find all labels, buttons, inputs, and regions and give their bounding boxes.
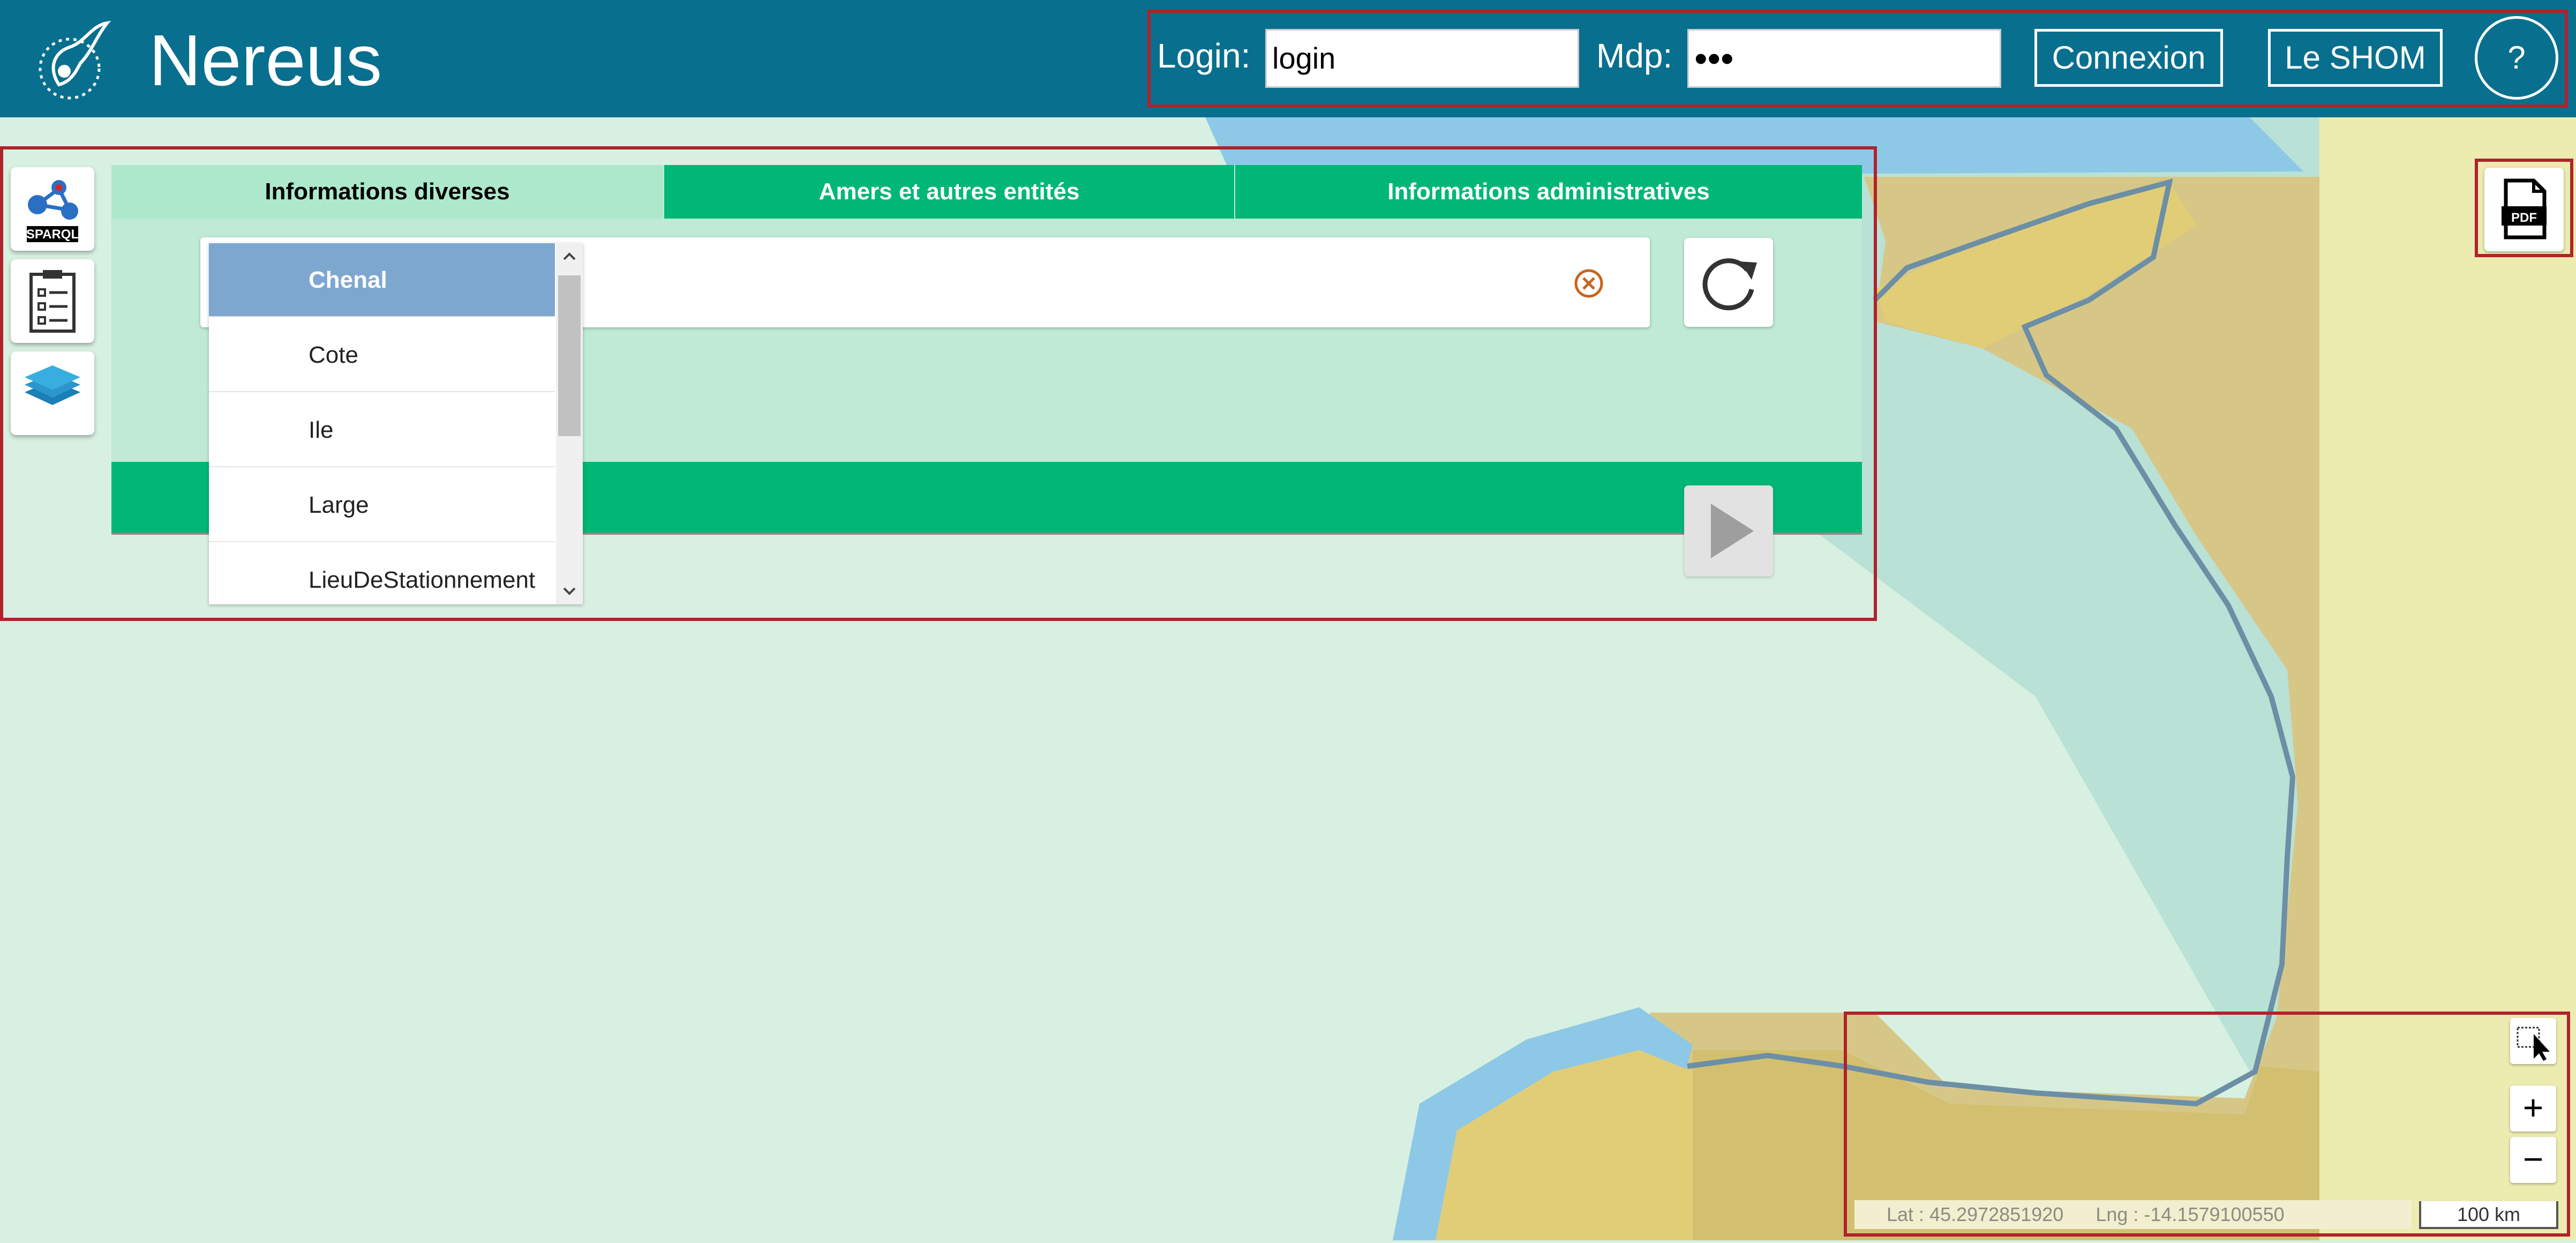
app-title: Nereus [149, 20, 382, 101]
login-input[interactable]: login [1265, 29, 1579, 88]
dropdown-item-chenal[interactable]: Chenal [209, 243, 555, 317]
run-button[interactable] [1684, 485, 1773, 576]
zoom-out-button[interactable]: − [2510, 1137, 2556, 1183]
connexion-button[interactable]: Connexion [2034, 29, 2223, 87]
dropdown-scrollbar[interactable] [556, 243, 583, 604]
tab-informations-diverses[interactable]: Informations diverses [111, 165, 663, 219]
dropdown-item-cote[interactable]: Cote [209, 318, 555, 392]
nereus-logo-icon [39, 20, 111, 100]
latitude-text: Lat : 45.2972851920 [1887, 1203, 2064, 1225]
help-button[interactable]: ? [2475, 16, 2558, 100]
box-select-icon [2517, 1027, 2550, 1061]
tab-informations-administratives[interactable]: Informations administratives [1235, 165, 1862, 219]
tab-amers[interactable]: Amers et autres entités [664, 165, 1234, 219]
dropdown-item-large[interactable]: Large [209, 468, 555, 542]
app-header: Nereus Login: login Mdp: ••• Connexion L… [0, 0, 2576, 117]
refresh-button[interactable] [1684, 238, 1773, 327]
password-input[interactable]: ••• [1687, 29, 2001, 88]
play-icon [1711, 504, 1754, 558]
scroll-down-icon[interactable] [556, 578, 583, 604]
login-label: Login: [1157, 36, 1251, 75]
dropdown-item-lieudestationnement[interactable]: LieuDeStationnement [209, 543, 555, 604]
clear-icon[interactable] [1573, 268, 1604, 299]
scroll-up-icon[interactable] [556, 243, 583, 270]
box-select-button[interactable] [2510, 1018, 2556, 1064]
type-dropdown-list[interactable]: Chenal Cote Ile Large LieuDeStationnemen… [209, 243, 583, 604]
scale-bar: 100 km [2419, 1201, 2558, 1229]
longitude-text: Lng : -14.1579100550 [2096, 1203, 2285, 1225]
refresh-icon [1702, 258, 1757, 311]
coordinates-readout: Lat : 45.2972851920 Lng : -14.1579100550 [1854, 1200, 2412, 1229]
scrollbar-thumb[interactable] [558, 275, 581, 436]
pdf-label: PDF [2511, 211, 2537, 225]
pdf-icon [2502, 178, 2547, 239]
pdf-export-button[interactable]: PDF [2484, 168, 2564, 251]
zoom-in-button[interactable]: + [2510, 1085, 2556, 1132]
dropdown-item-ile[interactable]: Ile [209, 393, 555, 467]
shom-button[interactable]: Le SHOM [2268, 29, 2443, 87]
password-label: Mdp: [1596, 36, 1673, 75]
